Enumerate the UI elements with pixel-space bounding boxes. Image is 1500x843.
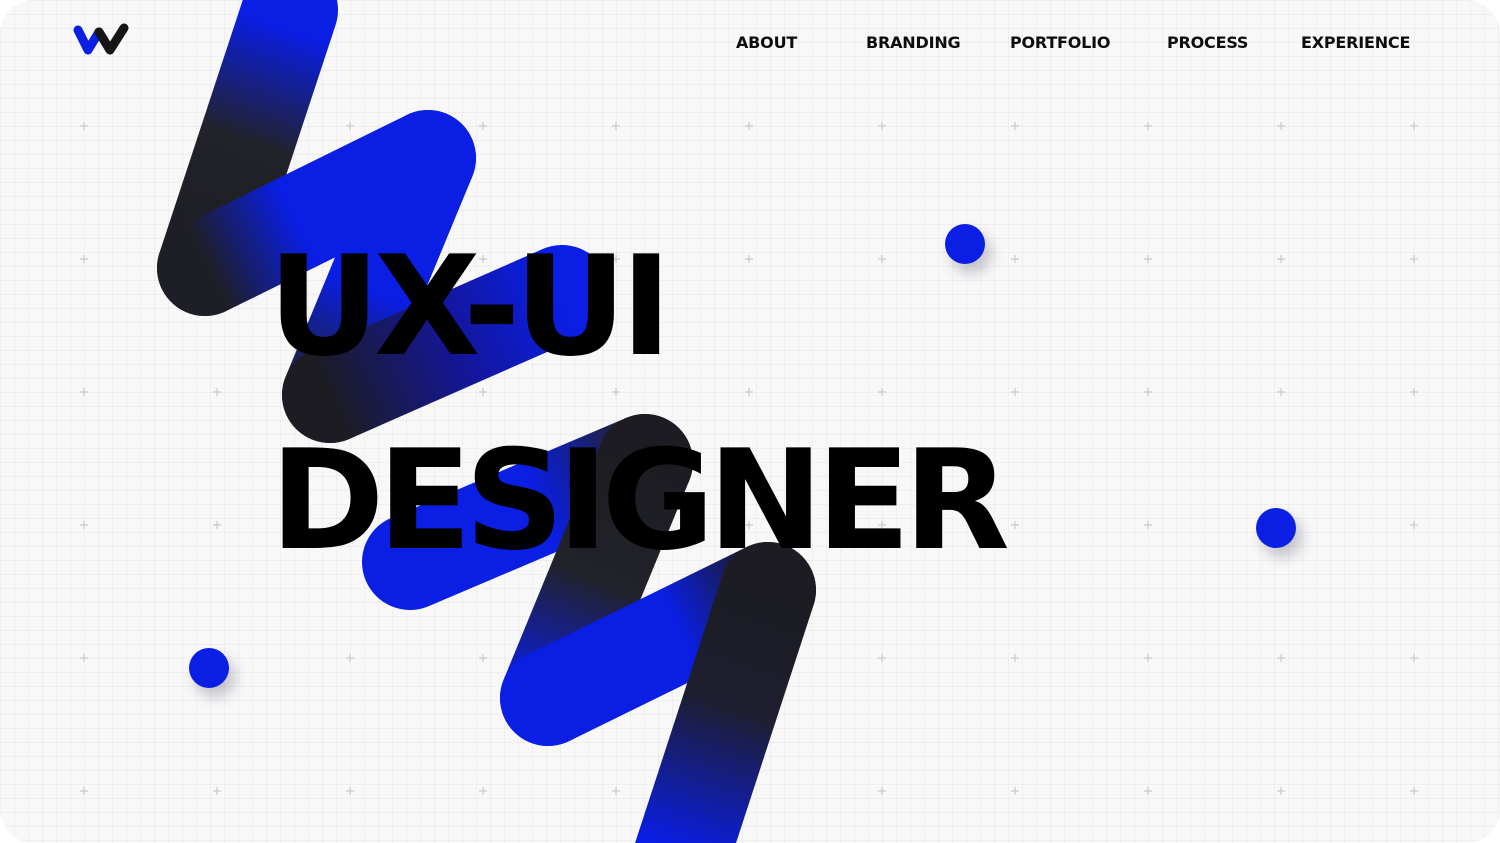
nav-process-link[interactable]: PROCESS: [1167, 33, 1248, 52]
hero-title-line-2: DESIGNER: [270, 420, 1010, 581]
landing-page: ABOUT BRANDING PORTFOLIO PROCESS EXPERIE…: [0, 0, 1500, 843]
nav-experience-link[interactable]: EXPERIENCE: [1301, 33, 1410, 52]
decorative-dot: [189, 648, 229, 688]
hero-title-line-1: UX-UI: [268, 226, 672, 387]
decorative-dot: [1256, 508, 1296, 548]
nav-portfolio-link[interactable]: PORTFOLIO: [1010, 33, 1111, 52]
nav-about-link[interactable]: ABOUT: [736, 33, 797, 52]
nav-branding-link[interactable]: BRANDING: [866, 33, 961, 52]
main-nav: ABOUT BRANDING PORTFOLIO PROCESS EXPERIE…: [0, 33, 1500, 57]
decorative-dot: [945, 224, 985, 264]
